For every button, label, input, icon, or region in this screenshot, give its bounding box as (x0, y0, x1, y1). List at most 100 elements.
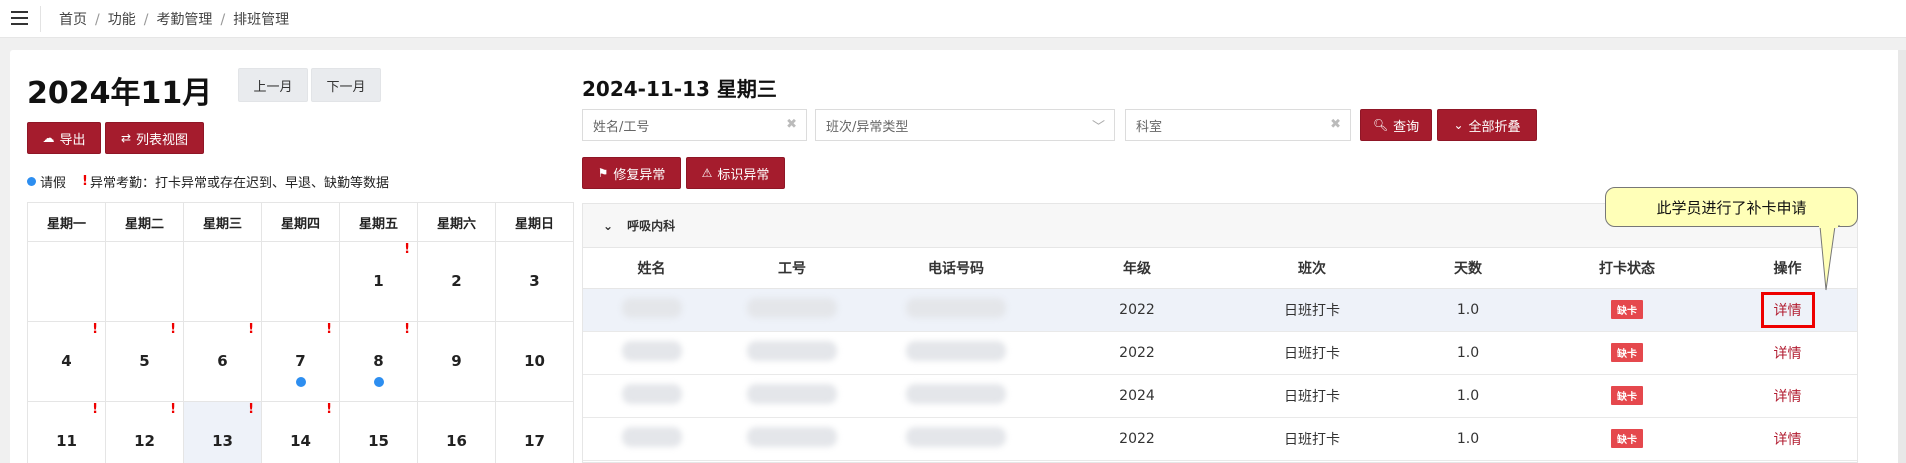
detail-link[interactable]: 详情 (1774, 389, 1802, 405)
redacted-name (621, 426, 682, 447)
detail-link[interactable]: 详情 (1774, 432, 1802, 448)
collapse-all-button[interactable]: ⌄ 全部折叠 (1437, 109, 1537, 141)
calendar-day[interactable]: ! 11 (27, 401, 106, 463)
status-cell: 缺卡 (1538, 288, 1716, 332)
calendar-day[interactable]: ! 6 (183, 321, 262, 402)
calendar-day[interactable]: 10 (495, 321, 574, 402)
status-cell: 缺卡 (1538, 374, 1716, 418)
calendar-day (183, 241, 262, 322)
table-row[interactable]: 2024 日班打卡 1.0 缺卡 详情 (583, 374, 1857, 418)
clear-icon[interactable]: ✖ (786, 117, 797, 132)
calendar-day-number: 9 (451, 352, 462, 370)
calendar-day[interactable]: ! 8 (339, 321, 418, 402)
days: 1.0 (1456, 301, 1480, 318)
dept-search-input[interactable]: 科室 ✖ (1125, 109, 1351, 141)
phone-cell (864, 417, 1048, 461)
weekday-header: 星期三 (183, 202, 262, 242)
query-button[interactable]: 🔍︎ 查询 (1360, 109, 1432, 141)
grade-cell: 2022 (1048, 417, 1226, 461)
calendar-day-number: 11 (56, 432, 77, 450)
column-header: 电话号码 (864, 248, 1048, 289)
shift: 日班打卡 (1284, 431, 1340, 448)
action-cell[interactable]: 详情 (1716, 331, 1857, 375)
breadcrumb-home[interactable]: 首页 (59, 12, 87, 28)
shift-select-placeholder: 班次/异常类型 (826, 119, 909, 135)
calendar-day[interactable]: ! 1 (339, 241, 418, 322)
next-month-button[interactable]: 下一月 (311, 68, 381, 102)
detail-link[interactable]: 详情 (1774, 303, 1802, 319)
column-header: 年级 (1048, 248, 1226, 289)
shift-cell: 日班打卡 (1226, 331, 1398, 375)
menu-icon[interactable] (11, 11, 28, 25)
calendar-day[interactable]: ! 7 (261, 321, 340, 402)
prev-month-button[interactable]: 上一月 (238, 68, 308, 102)
calendar-day[interactable]: ! 13 (183, 401, 262, 463)
days: 1.0 (1456, 344, 1480, 361)
calendar-day-number: 5 (139, 352, 150, 370)
status-cell: 缺卡 (1538, 331, 1716, 375)
detail-link[interactable]: 详情 (1774, 346, 1802, 362)
name-search-placeholder: 姓名/工号 (593, 119, 650, 135)
days: 1.0 (1456, 430, 1480, 447)
warning-icon: ⚠ (701, 166, 713, 180)
id-cell (720, 288, 864, 332)
phone-cell (864, 374, 1048, 418)
page-scrollbar[interactable] (1898, 50, 1906, 463)
column-header: 班次 (1226, 248, 1398, 289)
shift-select[interactable]: 班次/异常类型 ﹀ (815, 109, 1115, 141)
shift: 日班打卡 (1284, 302, 1340, 319)
calendar-day[interactable]: 16 (417, 401, 496, 463)
calendar-day[interactable]: 17 (495, 401, 574, 463)
abnormal-flag-icon: ! (170, 322, 176, 337)
list-view-button[interactable]: ⇄ 列表视图 (105, 122, 204, 154)
calendar-day[interactable]: ! 4 (27, 321, 106, 402)
export-button[interactable]: ☁ 导出 (27, 122, 101, 154)
action-cell[interactable]: 详情 (1716, 374, 1857, 418)
calendar-day-number: 3 (529, 272, 540, 290)
fix-abnormal-button[interactable]: ⚑ 修复异常 (582, 157, 681, 189)
top-bar: 首页 / 功能 / 考勤管理 / 排班管理 (0, 0, 1906, 38)
action-cell[interactable]: 详情 (1716, 417, 1857, 461)
calendar-day[interactable]: 2 (417, 241, 496, 322)
action-cell[interactable]: 详情 (1716, 288, 1857, 332)
mark-abnormal-label: 标识异常 (717, 167, 770, 183)
days: 1.0 (1456, 387, 1480, 404)
days-cell: 1.0 (1398, 417, 1538, 461)
calendar-day[interactable]: 9 (417, 321, 496, 402)
abnormal-flag-icon: ! (92, 402, 98, 417)
table-row[interactable]: 2022 日班打卡 1.0 缺卡 详情 (583, 288, 1857, 332)
attendance-table: 姓名 工号 电话号码 年级 班次 天数 打卡状态 操作 2022 日班打卡 1.0 缺卡 详情 2022… (583, 248, 1857, 461)
calendar-day[interactable]: ! 5 (105, 321, 184, 402)
calendar-day[interactable]: ! 12 (105, 401, 184, 463)
breadcrumb-function[interactable]: 功能 (108, 12, 136, 28)
calendar-day (27, 241, 106, 322)
calendar-day-number: 16 (446, 432, 467, 450)
redacted-name (621, 340, 682, 361)
fix-abnormal-label: 修复异常 (613, 167, 666, 183)
divider (40, 6, 41, 32)
column-header: 姓名 (583, 248, 720, 289)
collapse-all-label: 全部折叠 (1468, 119, 1521, 135)
clear-icon[interactable]: ✖ (1330, 117, 1341, 132)
grade: 2024 (1119, 387, 1155, 404)
weekday-header: 星期日 (495, 202, 574, 242)
calendar-day[interactable]: 3 (495, 241, 574, 322)
status-badge: 缺卡 (1611, 300, 1643, 319)
table-row[interactable]: 2022 日班打卡 1.0 缺卡 详情 (583, 331, 1857, 375)
breadcrumb-attendance[interactable]: 考勤管理 (156, 12, 212, 28)
calendar-day[interactable]: ! 14 (261, 401, 340, 463)
redacted-id (747, 340, 837, 361)
column-header: 天数 (1398, 248, 1538, 289)
redacted-phone (906, 297, 1006, 318)
legend-abnormal: 异常考勤：打卡异常或存在迟到、早退、缺勤等数据 (89, 176, 389, 191)
table-row[interactable]: 2022 日班打卡 1.0 缺卡 详情 (583, 417, 1857, 461)
export-label: 导出 (59, 132, 86, 148)
cloud-download-icon: ☁ (42, 131, 55, 145)
mark-abnormal-button[interactable]: ⚠ 标识异常 (686, 157, 785, 189)
calendar-day-number: 15 (368, 432, 389, 450)
calendar-day-number: 4 (61, 352, 72, 370)
name-search-input[interactable]: 姓名/工号 ✖ (582, 109, 807, 141)
calendar-day[interactable]: 15 (339, 401, 418, 463)
annotation-callout: 此学员进行了补卡申请 (1605, 187, 1858, 227)
calendar-day-number: 2 (451, 272, 462, 290)
